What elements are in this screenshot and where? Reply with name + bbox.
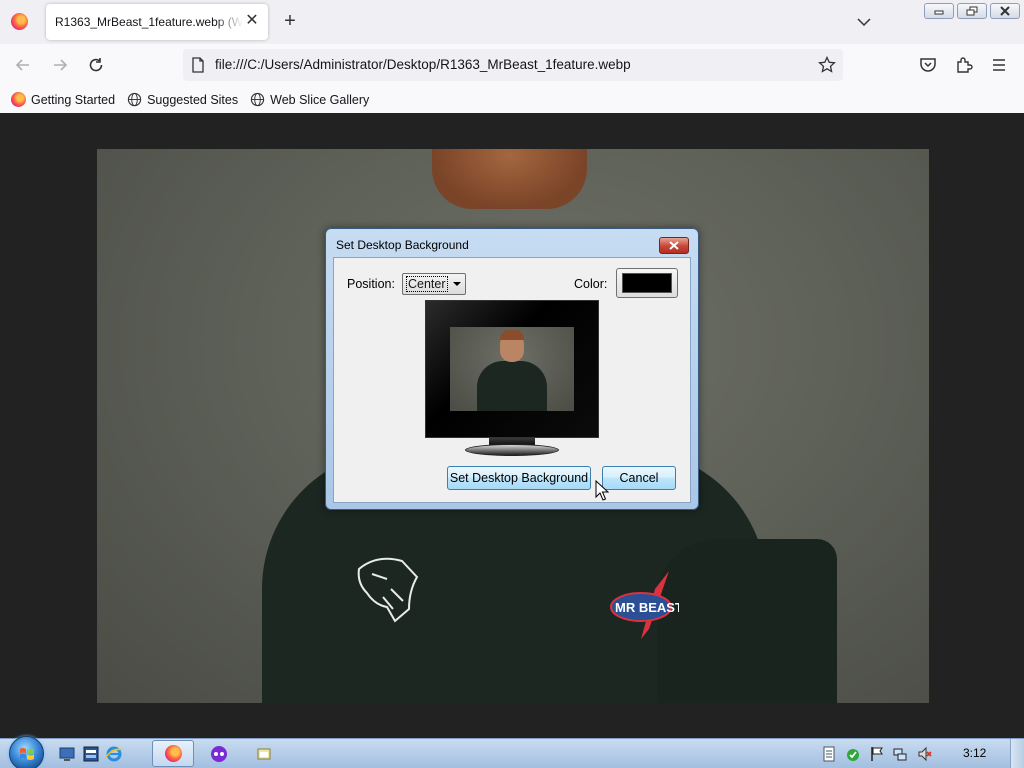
set-desktop-background-button[interactable]: Set Desktop Background	[447, 466, 591, 490]
tab-close-icon[interactable]: ✕	[244, 13, 260, 29]
firefox-icon	[11, 92, 26, 107]
globe-icon	[127, 92, 142, 107]
show-desktop-quicklaunch-icon[interactable]	[58, 745, 76, 763]
bookmark-web-slice-gallery[interactable]: Web Slice Gallery	[250, 92, 369, 107]
forward-button[interactable]	[49, 54, 71, 76]
monitor-stand-base	[465, 444, 559, 456]
volume-muted-icon[interactable]	[918, 746, 932, 762]
taskbar-firefox-button[interactable]	[152, 740, 194, 767]
color-swatch	[622, 273, 672, 293]
bookmark-label: Web Slice Gallery	[270, 92, 370, 107]
taskbar: 3:12	[0, 736, 1024, 768]
arrow-left-icon	[15, 59, 29, 71]
internet-explorer-icon[interactable]	[105, 745, 123, 763]
restore-button[interactable]	[957, 3, 987, 19]
brand-text: MR BEAST	[615, 600, 679, 615]
security-check-icon[interactable]	[846, 746, 860, 762]
hamburger-menu-icon	[993, 59, 1005, 71]
star-bookmark-icon[interactable]	[818, 56, 836, 74]
show-desktop-button[interactable]	[1010, 739, 1024, 768]
server-manager-icon[interactable]	[82, 745, 100, 763]
cancel-button[interactable]: Cancel	[602, 466, 676, 490]
tab-bar: R1363_MrBeast_1feature.webp (WEBP Image,…	[0, 0, 1024, 44]
action-center-flag-icon[interactable]	[870, 746, 884, 762]
dialog-title: Set Desktop Background	[336, 238, 469, 252]
mrbeast-logo-icon: MR BEAST	[610, 571, 679, 639]
extensions-button[interactable]	[953, 54, 975, 76]
list-all-tabs-button[interactable]	[854, 12, 874, 32]
set-desktop-background-dialog: Set Desktop Background Position: Center …	[325, 228, 699, 510]
hoodie-shoulder	[657, 539, 837, 703]
navigation-toolbar: file:///C:/Users/Administrator/Desktop/R…	[0, 44, 1024, 86]
position-dropdown[interactable]: Center	[402, 273, 466, 295]
dialog-close-button[interactable]	[659, 237, 689, 254]
close-icon	[669, 241, 679, 250]
dialog-body: Position: Center Color: Set Desktop Back…	[333, 257, 691, 503]
close-window-button[interactable]	[990, 3, 1020, 19]
firefox-icon	[165, 745, 182, 762]
page-icon	[192, 57, 204, 73]
preview-hair	[500, 330, 524, 340]
puzzle-icon	[957, 57, 973, 73]
firefox-view-icon[interactable]	[11, 13, 28, 30]
pocket-icon	[920, 58, 936, 72]
dropdown-arrow-icon	[453, 282, 461, 286]
monitor-preview	[425, 300, 599, 438]
restore-icon	[966, 6, 978, 16]
color-picker-button[interactable]	[616, 268, 678, 298]
system-clock[interactable]: 3:12	[963, 746, 986, 760]
chevron-down-icon	[857, 18, 871, 27]
new-tab-button[interactable]: +	[280, 10, 300, 32]
bookmark-getting-started[interactable]: Getting Started	[11, 92, 115, 107]
position-value: Center	[406, 276, 448, 292]
window-controls	[924, 3, 1020, 19]
url-text: file:///C:/Users/Administrator/Desktop/R…	[215, 57, 631, 72]
app-purple-icon[interactable]	[210, 745, 228, 763]
reload-icon	[89, 58, 103, 72]
preview-image	[450, 327, 574, 411]
windows-logo-icon	[20, 748, 34, 760]
pocket-button[interactable]	[917, 54, 939, 76]
reload-button[interactable]	[85, 54, 107, 76]
document-tray-icon[interactable]	[822, 746, 836, 762]
tab-title: R1363_MrBeast_1feature.webp (WEBP Image,…	[55, 15, 243, 29]
bookmark-label: Suggested Sites	[147, 92, 239, 107]
network-icon[interactable]	[893, 746, 907, 762]
tab-active[interactable]: R1363_MrBeast_1feature.webp (WEBP Image,…	[46, 4, 268, 40]
bookmark-suggested-sites[interactable]: Suggested Sites	[127, 92, 238, 107]
preview-screen	[450, 327, 574, 411]
mouse-cursor-icon	[595, 480, 609, 501]
app-window-icon[interactable]	[255, 745, 273, 763]
position-label: Position:	[347, 277, 395, 291]
preview-hoodie	[477, 361, 547, 411]
url-bar[interactable]: file:///C:/Users/Administrator/Desktop/R…	[183, 49, 843, 81]
start-button[interactable]	[9, 736, 44, 768]
color-label: Color:	[574, 277, 608, 291]
app-menu-button[interactable]	[988, 54, 1010, 76]
globe-icon	[250, 92, 265, 107]
minimize-icon	[934, 10, 944, 15]
panther-logo-icon	[357, 557, 419, 623]
bookmarks-toolbar: Getting Started Suggested Sites Web Slic…	[0, 86, 1024, 113]
arrow-right-icon	[54, 59, 68, 71]
close-icon	[1000, 6, 1010, 16]
minimize-button[interactable]	[924, 3, 954, 19]
person-head	[432, 149, 587, 209]
bookmark-label: Getting Started	[31, 92, 116, 107]
back-button[interactable]	[12, 54, 34, 76]
